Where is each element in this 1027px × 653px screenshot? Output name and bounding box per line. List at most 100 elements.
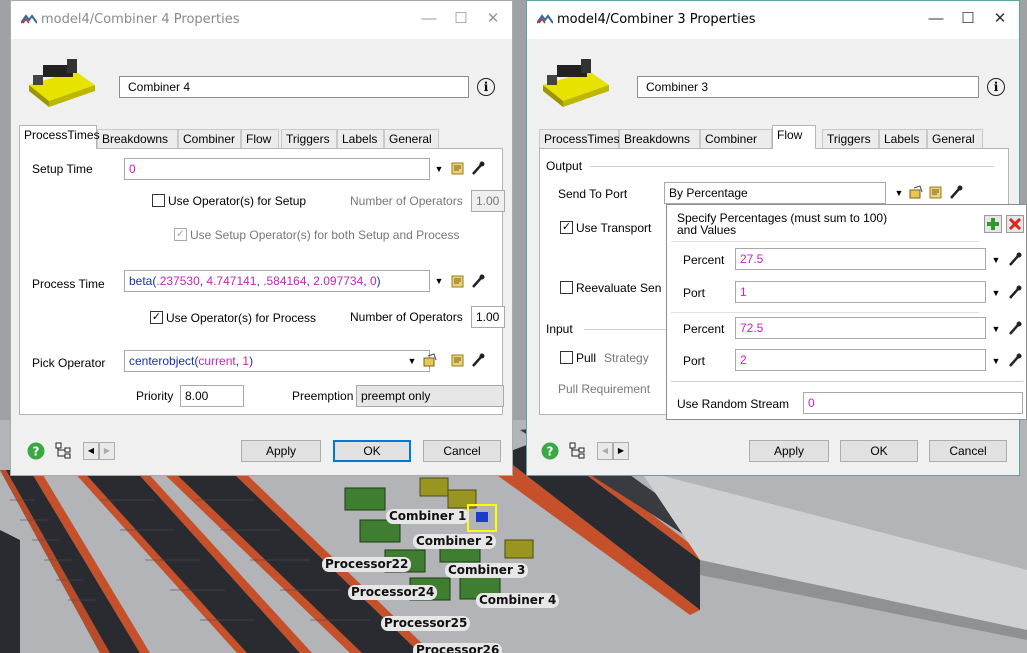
apply-button[interactable]: Apply: [241, 440, 321, 462]
use-setup-operator-both-label: Use Setup Operator(s) for both Setup and…: [190, 228, 460, 242]
minimize-button[interactable]: —: [416, 7, 442, 31]
minimize-button[interactable]: —: [923, 7, 949, 31]
cancel-button[interactable]: Cancel: [929, 440, 1007, 462]
sampler-eyedropper-icon[interactable]: [1007, 352, 1023, 368]
process-time-arg: 0: [369, 274, 377, 288]
num-operators-setup-field[interactable]: 1.00: [471, 190, 505, 212]
sampler-eyedropper-icon[interactable]: [948, 184, 964, 200]
scene-label: Combiner 3: [445, 563, 529, 578]
port-field[interactable]: 2: [735, 349, 986, 371]
apply-button[interactable]: Apply: [749, 440, 829, 462]
tab-processtimes[interactable]: ProcessTimes: [539, 129, 620, 149]
previous-object-button[interactable]: ◀: [597, 442, 613, 460]
tab-combiner[interactable]: Combiner: [178, 129, 241, 149]
tab-general[interactable]: General: [384, 129, 439, 149]
title-bar[interactable]: model4/Combiner 4 Properties — ☐ ✕: [11, 1, 512, 39]
pick-operator-close: ): [249, 354, 254, 368]
random-stream-field[interactable]: 0: [803, 392, 1023, 414]
pick-operator-field[interactable]: centerobject(current, 1): [124, 350, 430, 372]
dropdown-arrow-icon[interactable]: ▼: [434, 164, 444, 174]
preemption-select[interactable]: preempt only: [356, 385, 504, 407]
title-bar[interactable]: model4/Combiner 3 Properties — ☐ ✕: [527, 1, 1019, 39]
use-operator-setup-label: Use Operator(s) for Setup: [168, 194, 307, 208]
info-icon[interactable]: i: [987, 78, 1005, 96]
object-name-input[interactable]: Combiner 4: [119, 76, 469, 98]
send-to-port-select[interactable]: By Percentage: [664, 182, 886, 204]
help-icon[interactable]: ?: [27, 442, 45, 460]
script-edit-icon[interactable]: [928, 184, 944, 200]
tab-combiner[interactable]: Combiner: [700, 129, 772, 149]
flexsim-logo-icon: [21, 14, 37, 24]
ok-button[interactable]: OK: [840, 440, 918, 462]
help-icon[interactable]: ?: [541, 442, 559, 460]
scene-label: Processor22: [322, 557, 412, 572]
percent-field[interactable]: 72.5: [735, 317, 986, 339]
tree-view-icon[interactable]: [55, 442, 73, 460]
script-edit-icon[interactable]: [450, 352, 466, 368]
tab-triggers[interactable]: Triggers: [281, 129, 337, 149]
sampler-eyedropper-icon[interactable]: [1007, 251, 1023, 267]
next-object-button[interactable]: ▶: [99, 442, 115, 460]
use-setup-operator-both-checkbox[interactable]: ✓: [174, 228, 187, 241]
script-edit-icon[interactable]: [450, 273, 466, 289]
cancel-button[interactable]: Cancel: [423, 440, 501, 462]
remove-row-icon[interactable]: [1006, 215, 1024, 233]
tab-labels[interactable]: Labels: [879, 129, 927, 149]
tab-flow[interactable]: Flow: [241, 129, 279, 149]
template-properties-icon[interactable]: [908, 184, 924, 200]
sampler-eyedropper-icon[interactable]: [1007, 320, 1023, 336]
next-object-button[interactable]: ▶: [613, 442, 629, 460]
object-name-input[interactable]: Combiner 3: [637, 76, 979, 98]
setup-time-field[interactable]: 0: [124, 158, 430, 180]
sampler-eyedropper-icon[interactable]: [1007, 284, 1023, 300]
scene-label: Combiner 4: [476, 593, 560, 608]
tab-labels[interactable]: Labels: [337, 129, 384, 149]
close-button[interactable]: ✕: [987, 7, 1013, 31]
script-edit-icon[interactable]: [450, 160, 466, 176]
priority-field[interactable]: 8.00: [180, 385, 244, 407]
tab-general[interactable]: General: [927, 129, 983, 149]
percent-field[interactable]: 27.5: [735, 248, 986, 270]
num-operators-process-field[interactable]: 1.00: [471, 306, 505, 328]
output-group-border: [590, 166, 994, 167]
dropdown-arrow-icon[interactable]: ▼: [991, 356, 1001, 366]
process-time-arg: .237530: [156, 274, 200, 288]
dropdown-arrow-icon[interactable]: ▼: [991, 324, 1001, 334]
maximize-button[interactable]: ☐: [448, 7, 474, 31]
ok-button[interactable]: OK: [333, 440, 411, 462]
previous-object-button[interactable]: ◀: [83, 442, 99, 460]
reevaluate-checkbox[interactable]: [560, 281, 573, 294]
sampler-eyedropper-icon[interactable]: [470, 160, 486, 176]
add-row-icon[interactable]: [984, 215, 1002, 233]
window-title: model4/Combiner 4 Properties: [41, 12, 240, 27]
process-time-close: ): [376, 274, 381, 288]
dropdown-arrow-icon[interactable]: ▼: [991, 255, 1001, 265]
template-properties-icon[interactable]: [422, 352, 438, 368]
dropdown-arrow-icon[interactable]: ▼: [894, 188, 904, 198]
tab-flow[interactable]: Flow: [772, 125, 816, 149]
output-group-label: Output: [544, 159, 585, 173]
group-divider: [671, 241, 979, 242]
close-button[interactable]: ✕: [480, 7, 506, 31]
sampler-eyedropper-icon[interactable]: [470, 273, 486, 289]
use-operator-process-checkbox[interactable]: ✓: [150, 311, 163, 324]
use-transport-checkbox[interactable]: ✓: [560, 221, 573, 234]
sampler-eyedropper-icon[interactable]: [470, 352, 486, 368]
process-time-field[interactable]: beta(.237530, 4.747141, .584164, 2.09773…: [124, 270, 430, 292]
dropdown-arrow-icon[interactable]: ▼: [407, 356, 417, 366]
dropdown-arrow-icon[interactable]: ▼: [434, 276, 444, 286]
tab-breakdowns[interactable]: Breakdowns: [97, 129, 178, 149]
pull-checkbox[interactable]: [560, 351, 573, 364]
tree-view-icon[interactable]: [569, 442, 587, 460]
use-operator-setup-checkbox[interactable]: [152, 194, 165, 207]
maximize-button[interactable]: ☐: [955, 7, 981, 31]
priority-label: Priority: [136, 389, 174, 403]
tab-processtimes[interactable]: ProcessTimes: [19, 125, 100, 149]
tab-breakdowns[interactable]: Breakdowns: [619, 129, 700, 149]
processtimes-panel: Setup Time 0 ▼ Use Operator(s) for Setup…: [19, 148, 505, 415]
window-title: model4/Combiner 3 Properties: [557, 12, 756, 27]
info-icon[interactable]: i: [477, 78, 495, 96]
dropdown-arrow-icon[interactable]: ▼: [991, 288, 1001, 298]
port-field[interactable]: 1: [735, 281, 986, 303]
tab-triggers[interactable]: Triggers: [822, 129, 879, 149]
